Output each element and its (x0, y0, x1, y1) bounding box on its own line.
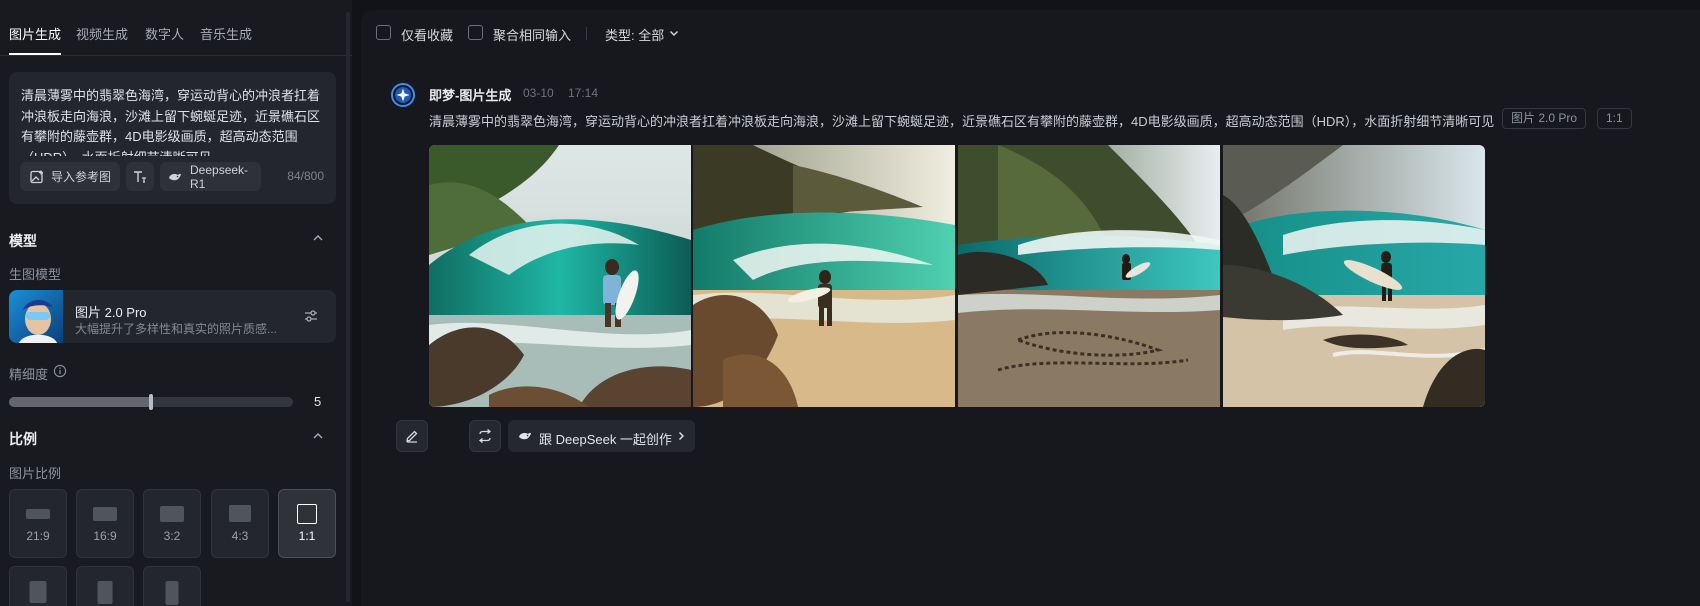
merge-same-input-label[interactable]: 聚合相同输入 (493, 25, 571, 44)
ratio-label: 21:9 (26, 529, 50, 543)
detail-slider[interactable] (9, 394, 293, 410)
tab-video-generation[interactable]: 视频生成 (76, 24, 128, 43)
prompt-char-counter: 84/800 (287, 169, 324, 183)
tab-digital-human[interactable]: 数字人 (145, 24, 184, 43)
import-reference-button[interactable]: 导入参考图 (20, 162, 120, 191)
ratio-option-4-3[interactable]: 4:3 (211, 489, 269, 558)
detail-slider-handle[interactable] (149, 394, 153, 410)
results-toolbar: 仅看收藏 聚合相同输入 类型: 全部 (361, 10, 1700, 56)
detail-value: 5 (314, 394, 322, 409)
ratio-option-16-9[interactable]: 16:9 (76, 489, 134, 558)
ratio-section-title: 比例 (9, 431, 37, 447)
left-panel: 图片生成 视频生成 数字人 音乐生成 清晨薄雾中的翡翠色海湾，穿运动背心的冲浪者… (0, 0, 352, 606)
detail-label: 精细度 (9, 367, 49, 382)
ratio-tag: 1:1 (1597, 108, 1632, 129)
chevron-up-icon[interactable] (311, 429, 325, 443)
deepseek-whale-icon (169, 173, 181, 180)
results-area: 仅看收藏 聚合相同输入 类型: 全部 即梦-图片生成 03-10 17:14 清… (361, 10, 1700, 606)
model-thumbnail (9, 290, 63, 343)
deepseek-whale-icon (519, 432, 531, 440)
ratio-option-portrait-1[interactable] (9, 566, 67, 606)
ratio-label: 1:1 (298, 529, 316, 543)
ratio-shape-icon (93, 507, 117, 521)
generated-image-4[interactable] (1223, 145, 1485, 407)
message-author: 即梦-图片生成 (429, 88, 512, 103)
create-with-deepseek-button[interactable]: 跟 DeepSeek 一起创作 (508, 420, 695, 452)
prompt-input-box[interactable]: 清晨薄雾中的翡翠色海湾，穿运动背心的冲浪者扛着冲浪板走向海浪，沙滩上留下蜿蜒足迹… (9, 72, 336, 204)
toolbar-divider (586, 27, 587, 40)
prompt-textarea[interactable]: 清晨薄雾中的翡翠色海湾，穿运动背心的冲浪者扛着冲浪板走向海浪，沙滩上留下蜿蜒足迹… (21, 86, 326, 156)
model-tag: 图片 2.0 Pro (1502, 108, 1587, 129)
ratio-option-21-9[interactable]: 21:9 (9, 489, 67, 558)
ratio-label: 4:3 (231, 529, 249, 543)
ratio-option-portrait-2[interactable] (76, 566, 134, 606)
chevron-right-icon (679, 432, 684, 440)
ratio-shape-icon (160, 506, 184, 522)
only-favorites-label[interactable]: 仅看收藏 (401, 25, 453, 44)
message-date: 03-10 (523, 86, 554, 100)
model-name: 图片 2.0 Pro (75, 305, 147, 320)
ratio-label: 16:9 (93, 529, 117, 543)
text-format-button[interactable] (126, 162, 154, 191)
merge-same-input-checkbox[interactable] (468, 25, 483, 40)
dreamina-logo-icon (391, 83, 415, 107)
ratio-shape-icon (97, 581, 113, 604)
settings-sliders-icon[interactable] (303, 308, 319, 324)
pencil-icon (406, 430, 418, 443)
model-description: 大幅提升了多样性和真实的照片质感... (75, 322, 278, 336)
generated-image-1[interactable] (429, 145, 691, 407)
image-add-icon (30, 170, 43, 183)
info-icon[interactable] (53, 364, 67, 378)
edit-button[interactable] (396, 420, 428, 452)
deepseek-model-label: Deepseek-R1 (190, 162, 249, 191)
create-with-deepseek-label: 跟 DeepSeek 一起创作 (539, 432, 672, 447)
generated-image-3[interactable] (958, 145, 1220, 407)
generated-image-2[interactable] (693, 145, 955, 407)
active-tab-indicator (9, 53, 61, 55)
only-favorites-checkbox[interactable] (376, 25, 391, 40)
import-reference-label: 导入参考图 (51, 170, 112, 184)
ratio-option-1-1[interactable]: 1:1 (278, 489, 336, 558)
ratio-option-3-2[interactable]: 3:2 (143, 489, 201, 558)
model-section-title: 模型 (9, 233, 37, 249)
type-filter-dropdown[interactable]: 类型: 全部 (605, 25, 664, 44)
ratio-option-portrait-3[interactable] (143, 566, 201, 606)
tab-image-generation[interactable]: 图片生成 (9, 24, 61, 43)
ratio-shape-icon (165, 581, 179, 605)
deepseek-model-pill[interactable]: Deepseek-R1 (160, 162, 261, 191)
message-prompt: 清晨薄雾中的翡翠色海湾，穿运动背心的冲浪者扛着冲浪板走向海浪，沙滩上留下蜿蜒足迹… (429, 114, 1495, 129)
refresh-icon (478, 428, 492, 444)
tab-music-generation[interactable]: 音乐生成 (200, 24, 252, 43)
chevron-up-icon[interactable] (311, 231, 325, 245)
message-time: 17:14 (568, 86, 599, 100)
generation-tabs: 图片生成 视频生成 数字人 音乐生成 (0, 0, 352, 56)
ratio-sub-label: 图片比例 (9, 466, 62, 481)
chevron-down-icon[interactable] (668, 27, 680, 39)
model-selector-card[interactable]: 图片 2.0 Pro 大幅提升了多样性和真实的照片质感... (9, 290, 336, 343)
text-format-icon (134, 170, 146, 183)
detail-slider-fill (9, 397, 151, 407)
ratio-label: 3:2 (163, 529, 181, 543)
ratio-shape-icon (229, 505, 251, 522)
model-sub-label: 生图模型 (9, 267, 62, 282)
ratio-shape-icon (26, 509, 50, 519)
ratio-shape-icon (297, 504, 317, 524)
left-panel-scrollbar[interactable] (346, 12, 350, 602)
regenerate-button[interactable] (469, 420, 501, 452)
ratio-shape-icon (29, 581, 47, 603)
